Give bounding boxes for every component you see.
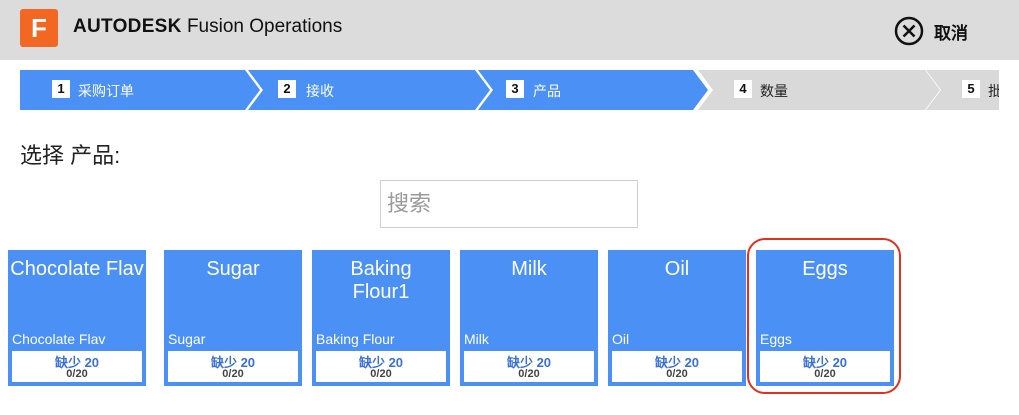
quantity-count: 0/20: [222, 368, 244, 380]
product-card-oil[interactable]: Oil Oil 缺少 20 0/20: [608, 250, 746, 386]
product-subtitle: Milk: [464, 331, 489, 347]
product-title: Milk: [511, 258, 547, 280]
product-card-chocolate-flav[interactable]: Chocolate Flav Chocolate Flav 缺少 20 0/20: [8, 250, 146, 386]
product-status-box: 缺少 20 0/20: [612, 351, 742, 382]
product-title: Sugar: [206, 258, 260, 280]
brand-name: AUTODESK: [73, 16, 182, 37]
step-quantity[interactable]: 4 数量: [698, 70, 940, 110]
logo-letter: F: [31, 13, 47, 43]
product-subtitle: Baking Flour: [316, 331, 395, 347]
fusion-logo-icon: F: [20, 9, 58, 47]
top-bar: F AUTODESK Fusion Operations 取消: [0, 0, 1019, 60]
step-number: 1: [52, 80, 70, 98]
product-title: Baking Flour1: [350, 258, 412, 303]
step-receive[interactable]: 2 接收: [248, 70, 490, 110]
product-status-box: 缺少 20 0/20: [168, 351, 298, 382]
cancel-button[interactable]: 取消: [894, 14, 968, 48]
product-subtitle: Sugar: [168, 331, 206, 347]
step-label: 数量: [760, 83, 788, 99]
quantity-count: 0/20: [666, 368, 688, 380]
product-status-box: 缺少 20 0/20: [464, 351, 594, 382]
product-title: Oil: [664, 258, 690, 280]
product-card-baking-flour[interactable]: Baking Flour1 Baking Flour 缺少 20 0/20: [312, 250, 450, 386]
step-number: 2: [278, 80, 296, 98]
quantity-count: 0/20: [370, 368, 392, 380]
app-title: AUTODESK Fusion Operations: [73, 16, 342, 38]
product-status-box: 缺少 20 0/20: [316, 351, 446, 382]
step-number: 3: [506, 80, 524, 98]
selection-highlight: [747, 238, 901, 394]
product-subtitle: Chocolate Flav: [12, 331, 106, 347]
search-input[interactable]: [381, 181, 637, 227]
close-circle-icon: [894, 16, 924, 46]
product-card-milk[interactable]: Milk Milk 缺少 20 0/20: [460, 250, 598, 386]
step-label: 产品: [533, 83, 561, 99]
step-number: 4: [734, 80, 752, 98]
step-progress: 1 采购订单 2 接收 3 产品 4 数量 5 批: [20, 70, 999, 110]
step-product[interactable]: 3 产品: [478, 70, 708, 110]
step-label: 采购订单: [78, 83, 134, 99]
search-field[interactable]: [380, 180, 638, 228]
product-status-box: 缺少 20 0/20: [12, 351, 142, 382]
step-purchase-order[interactable]: 1 采购订单: [20, 70, 260, 110]
quantity-count: 0/20: [66, 368, 88, 380]
product-title: Chocolate Flav: [10, 258, 144, 280]
step-number: 5: [962, 80, 980, 98]
product-card-sugar[interactable]: Sugar Sugar 缺少 20 0/20: [164, 250, 302, 386]
step-label: 批: [988, 83, 999, 99]
step-label: 接收: [306, 83, 334, 99]
cancel-label: 取消: [934, 23, 968, 43]
product-subtitle: Oil: [612, 331, 630, 347]
step-batch[interactable]: 5 批: [926, 70, 999, 110]
page-title: 选择 产品:: [20, 143, 121, 168]
product-name: Fusion Operations: [186, 16, 343, 37]
quantity-count: 0/20: [518, 368, 540, 380]
